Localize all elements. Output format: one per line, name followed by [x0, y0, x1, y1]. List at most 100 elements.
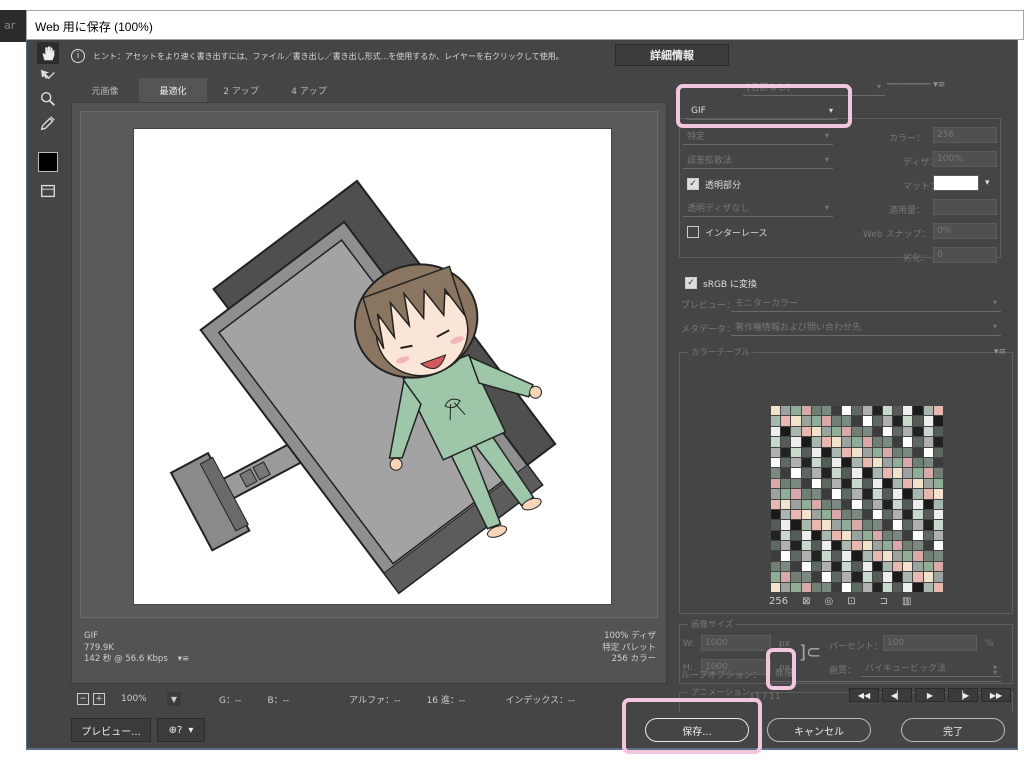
color-swatch[interactable]: [811, 530, 821, 541]
color-swatch[interactable]: [842, 572, 852, 582]
color-swatch[interactable]: [801, 437, 811, 447]
color-swatch[interactable]: [791, 541, 801, 551]
color-swatch[interactable]: [913, 572, 923, 582]
tab-2-up[interactable]: 2 アップ: [207, 78, 275, 102]
lossy-field[interactable]: 0: [933, 247, 997, 263]
loop-options-dropdown[interactable]: 無限 ▾: [771, 664, 1001, 682]
color-swatch[interactable]: [913, 520, 923, 530]
color-swatch[interactable]: [821, 520, 832, 530]
color-swatch[interactable]: [811, 478, 821, 489]
color-swatch[interactable]: [832, 520, 842, 530]
zoom-out-button[interactable]: −: [77, 693, 89, 705]
color-swatch[interactable]: [852, 561, 862, 572]
preview-image[interactable]: [133, 128, 612, 605]
color-swatch[interactable]: [862, 541, 872, 551]
color-swatch[interactable]: [893, 489, 903, 499]
color-swatch[interactable]: [852, 406, 862, 416]
color-swatch[interactable]: [771, 572, 781, 582]
color-swatch[interactable]: [933, 478, 943, 489]
cancel-button[interactable]: キャンセル: [767, 718, 871, 742]
color-swatch[interactable]: [933, 541, 943, 551]
color-swatch[interactable]: [913, 499, 923, 509]
color-swatch[interactable]: [781, 437, 791, 447]
color-swatch[interactable]: [781, 561, 791, 572]
color-swatch[interactable]: [801, 509, 811, 520]
color-swatch[interactable]: [852, 426, 862, 437]
color-swatch[interactable]: [913, 509, 923, 520]
color-swatch[interactable]: [852, 457, 862, 468]
color-swatch[interactable]: [811, 489, 821, 499]
color-swatch[interactable]: [852, 520, 862, 530]
color-swatch[interactable]: [872, 489, 882, 499]
color-swatch[interactable]: [791, 530, 801, 541]
color-swatch[interactable]: [913, 416, 923, 426]
play-icon[interactable]: ▶: [915, 688, 945, 702]
color-swatch[interactable]: [842, 509, 852, 520]
color-swatch[interactable]: [882, 406, 893, 416]
color-swatch[interactable]: [923, 582, 933, 592]
color-swatch[interactable]: [852, 489, 862, 499]
color-swatch[interactable]: [852, 468, 862, 478]
color-swatch[interactable]: [801, 530, 811, 541]
color-swatch[interactable]: [771, 426, 781, 437]
color-swatch[interactable]: [781, 572, 791, 582]
color-swatch[interactable]: [923, 406, 933, 416]
color-swatch[interactable]: [893, 416, 903, 426]
color-swatch[interactable]: [933, 468, 943, 478]
color-swatch[interactable]: [913, 561, 923, 572]
color-swatch[interactable]: [913, 530, 923, 541]
color-swatch[interactable]: [811, 572, 821, 582]
color-swatch[interactable]: [842, 426, 852, 437]
color-swatch[interactable]: [781, 541, 791, 551]
color-swatch[interactable]: [781, 406, 791, 416]
color-swatch[interactable]: [913, 478, 923, 489]
color-swatch[interactable]: [872, 478, 882, 489]
color-swatch[interactable]: [893, 499, 903, 509]
color-swatch[interactable]: [832, 499, 842, 509]
color-swatch[interactable]: [842, 561, 852, 572]
color-swatch[interactable]: [811, 416, 821, 426]
color-swatch[interactable]: [781, 551, 791, 561]
color-swatch[interactable]: [832, 468, 842, 478]
eyedropper-tool-icon[interactable]: [37, 112, 59, 134]
next-frame-icon[interactable]: ▕▶: [948, 688, 978, 702]
color-swatch[interactable]: [882, 499, 893, 509]
color-swatch[interactable]: [771, 509, 781, 520]
zoom-dropdown-icon[interactable]: ▼: [167, 692, 181, 706]
matte-dropdown-icon[interactable]: ▾: [985, 178, 990, 188]
tab-4-up[interactable]: 4 アップ: [275, 78, 343, 102]
color-swatch[interactable]: [842, 551, 852, 561]
color-swatch[interactable]: [882, 478, 893, 489]
color-swatch[interactable]: [923, 561, 933, 572]
color-swatch[interactable]: [781, 478, 791, 489]
color-swatch[interactable]: [862, 426, 872, 437]
color-swatch[interactable]: [933, 509, 943, 520]
color-swatch[interactable]: [903, 530, 913, 541]
color-swatch[interactable]: [771, 416, 781, 426]
color-swatch[interactable]: [923, 530, 933, 541]
color-swatch[interactable]: [781, 499, 791, 509]
color-swatch[interactable]: [842, 478, 852, 489]
color-swatch[interactable]: [893, 541, 903, 551]
color-swatch[interactable]: [832, 509, 842, 520]
color-swatch[interactable]: [893, 530, 903, 541]
color-swatch[interactable]: [872, 468, 882, 478]
color-swatch[interactable]: [872, 447, 882, 457]
color-swatch[interactable]: [852, 499, 862, 509]
color-swatch[interactable]: [842, 499, 852, 509]
color-swatch[interactable]: [771, 457, 781, 468]
color-swatch[interactable]: [771, 478, 781, 489]
color-swatch[interactable]: [791, 520, 801, 530]
color-swatch[interactable]: [923, 478, 933, 489]
color-swatch[interactable]: [811, 520, 821, 530]
color-swatch[interactable]: [933, 572, 943, 582]
color-swatch[interactable]: [903, 541, 913, 551]
color-swatch[interactable]: [903, 457, 913, 468]
color-swatch[interactable]: [862, 582, 872, 592]
color-swatch[interactable]: [862, 447, 872, 457]
color-swatch[interactable]: [872, 572, 882, 582]
color-swatch[interactable]: [821, 457, 832, 468]
color-swatch[interactable]: [832, 561, 842, 572]
color-swatch[interactable]: [923, 457, 933, 468]
color-swatch[interactable]: [913, 426, 923, 437]
